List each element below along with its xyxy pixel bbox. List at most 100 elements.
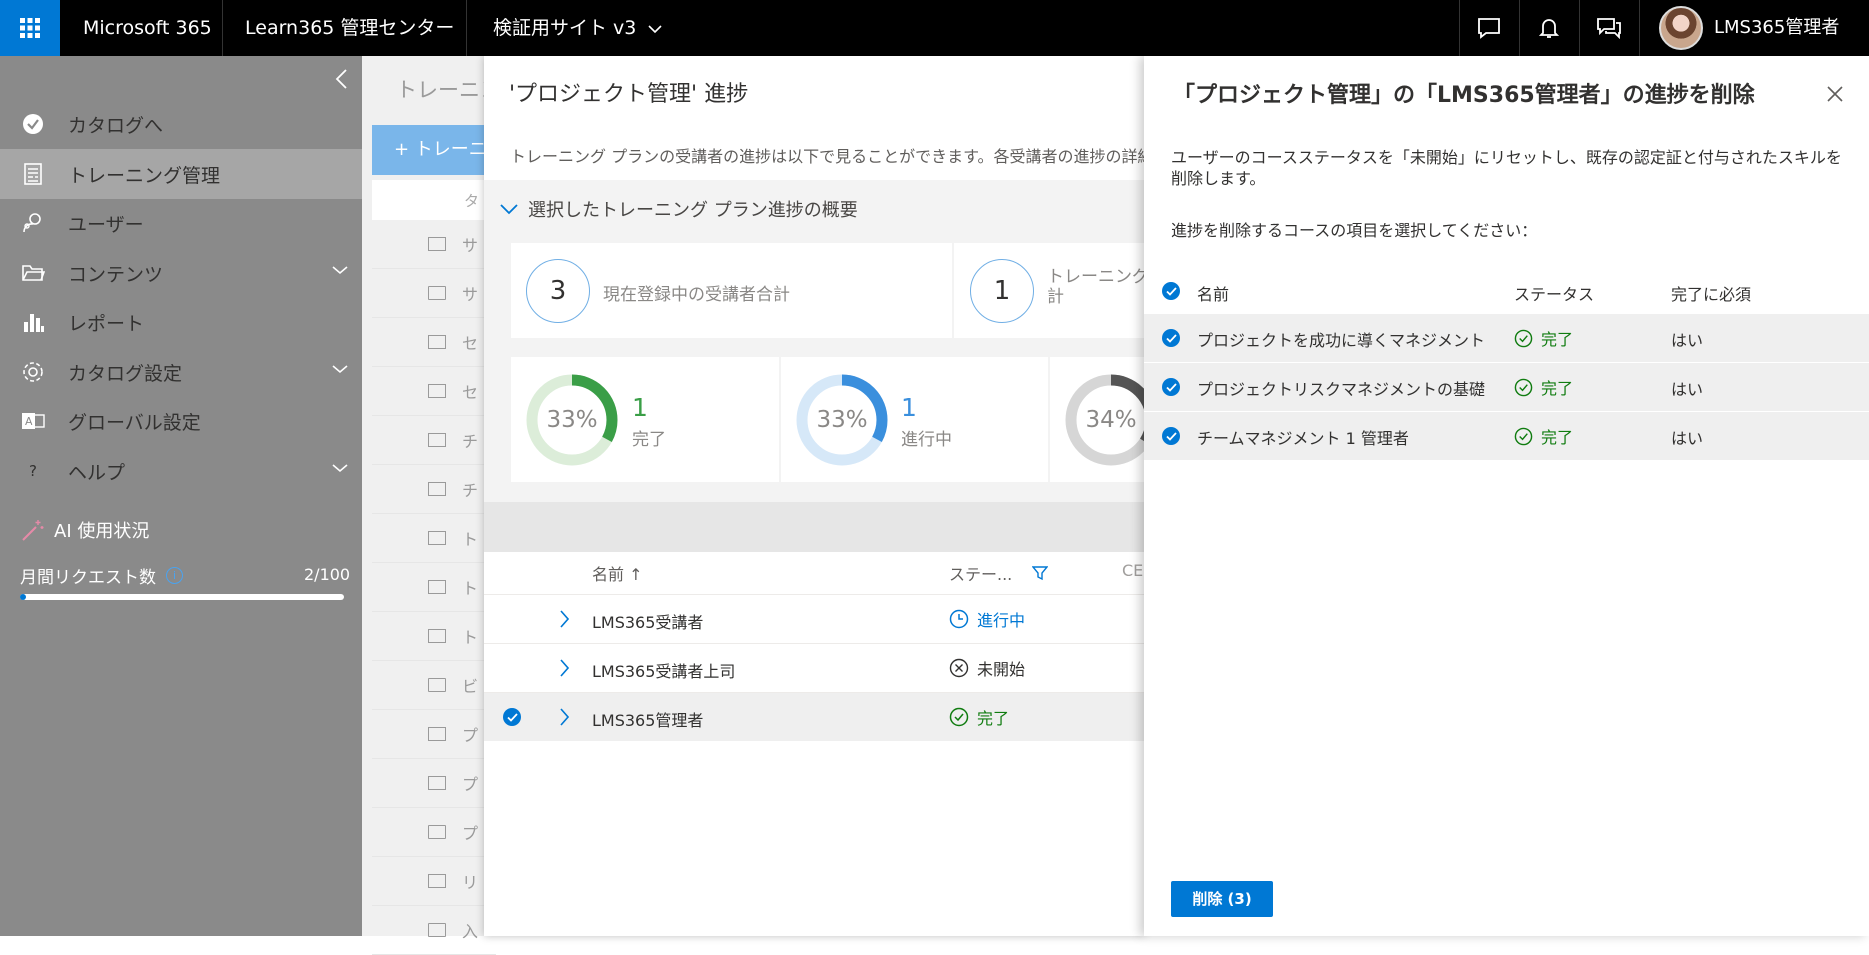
delete-button[interactable]: 削除 (3): [1171, 881, 1273, 917]
background-list-item-label: チ: [462, 432, 479, 451]
summary-toggle[interactable]: 選択したトレーニング プラン進捗の概要: [500, 196, 858, 222]
background-list-item: チ: [372, 416, 496, 465]
background-list-item: サ: [372, 269, 496, 318]
notifications-button[interactable]: [1519, 0, 1579, 56]
row-checkbox[interactable]: [1162, 329, 1180, 347]
background-list-item-label: セ: [462, 383, 479, 402]
progress-panel-description: トレーニング プランの受講者の進捗は以下で見ることができます。各受講者の進捗の詳…: [510, 147, 1144, 166]
chevron-right-icon[interactable]: [559, 708, 569, 726]
background-list-item-label: リ: [462, 873, 479, 892]
folder-icon: [428, 678, 446, 692]
background-list-item: リ: [372, 857, 496, 906]
folder-icon: [428, 923, 446, 937]
background-list-item-label: 入: [462, 922, 479, 941]
course-row[interactable]: プロジェクトを成功に導くマネジメント 完了 はい: [1144, 314, 1869, 363]
site-selector[interactable]: 検証用サイト v3: [493, 0, 662, 56]
divider: [222, 0, 223, 56]
status-text: 完了: [1541, 330, 1574, 349]
delete-panel-instruction: 進捗を削除するコースの項目を選択してください：: [1171, 221, 1538, 240]
donut-card-completed: 33% 1 完了: [511, 357, 779, 482]
chevron-right-icon[interactable]: [559, 610, 569, 628]
background-list-item-label: サ: [462, 285, 479, 304]
table-row-selected[interactable]: LMS365管理者 完了: [484, 693, 1144, 741]
course-row[interactable]: チームマネジメント 1 管理者 完了 はい: [1144, 412, 1869, 461]
column-header-required[interactable]: 完了に必須: [1671, 281, 1751, 305]
column-header-status[interactable]: ステー...: [949, 561, 1049, 585]
info-icon[interactable]: i: [166, 567, 183, 584]
chevron-down-icon: [332, 266, 348, 275]
status-badge: 進行中: [949, 607, 1025, 631]
monthly-requests-value: 2/100: [304, 565, 351, 584]
stat-card-training: 1 トレーニング 計: [954, 243, 1144, 338]
sidebar-item-help[interactable]: ? ヘルプ: [0, 446, 362, 496]
sidebar-item-label: レポート: [68, 312, 145, 335]
close-icon[interactable]: [1827, 86, 1843, 102]
background-list-item: チ: [372, 465, 496, 514]
sidebar-item-label: コンテンツ: [68, 263, 164, 286]
checkmark-icon: [1165, 286, 1177, 296]
requests-progress-fill: [20, 594, 27, 600]
sidebar-item-contents[interactable]: コンテンツ: [0, 248, 362, 298]
app-title[interactable]: Learn365 管理センター: [245, 0, 454, 56]
filter-icon[interactable]: [1032, 565, 1049, 581]
status-text: 完了: [1541, 428, 1574, 447]
svg-text:A: A: [25, 415, 33, 428]
sidebar-item-reports[interactable]: レポート: [0, 297, 362, 347]
course-row[interactable]: プロジェクトリスクマネジメントの基礎 完了 はい: [1144, 363, 1869, 412]
chevron-right-icon[interactable]: [559, 659, 569, 677]
person-icon: [428, 531, 446, 545]
column-header-name[interactable]: 名前: [1197, 281, 1229, 305]
sidebar-item-global-settings[interactable]: A グローバル設定: [0, 396, 362, 446]
chevron-down-icon: [332, 365, 348, 374]
background-list-item-label: チ: [462, 481, 479, 500]
sidebar-item-catalog-settings[interactable]: カタログ設定: [0, 347, 362, 397]
messages-button[interactable]: [1579, 0, 1639, 56]
app-launcher-button[interactable]: [0, 0, 60, 56]
magic-wand-icon: [22, 520, 44, 541]
course-name: プロジェクトを成功に導くマネジメント: [1197, 331, 1486, 350]
person-icon: [428, 580, 446, 594]
background-list-item-label: プ: [462, 726, 479, 745]
chevron-down-icon: [648, 24, 662, 33]
table-row[interactable]: LMS365受講者上司 未開始: [484, 644, 1144, 693]
background-list-item-label: プ: [462, 775, 479, 794]
status-badge: 未開始: [949, 656, 1025, 680]
chevron-down-icon: [500, 204, 518, 215]
collapse-sidebar-icon[interactable]: [334, 68, 348, 90]
row-checkbox[interactable]: [1162, 427, 1180, 445]
sidebar-item-label: カタログへ: [68, 114, 164, 137]
brand-link[interactable]: Microsoft 365: [83, 0, 212, 56]
column-header-name[interactable]: 名前 ↑: [592, 561, 643, 585]
feedback-button[interactable]: [1459, 0, 1519, 56]
status-badge: 完了: [1514, 424, 1573, 448]
messages-icon: [1597, 18, 1621, 39]
background-list-item: サ: [372, 220, 496, 269]
status-badge: 完了: [949, 705, 1009, 729]
sidebar-item-users[interactable]: ユーザー: [0, 198, 362, 248]
background-list-item-label: ト: [462, 530, 479, 549]
person-icon: [428, 237, 446, 251]
bar-chart-icon: [18, 312, 48, 332]
user-name[interactable]: LMS365管理者: [1714, 0, 1839, 56]
column-header-status[interactable]: ステータス: [1514, 281, 1594, 305]
sidebar-item-catalog[interactable]: カタログへ: [0, 99, 362, 149]
check-circle-icon: [949, 707, 969, 727]
donut-percent: 33%: [546, 407, 598, 433]
check-circle-icon: [1514, 329, 1533, 347]
table-row[interactable]: LMS365受講者 進行中: [484, 595, 1144, 644]
avatar[interactable]: [1659, 6, 1703, 50]
background-new-plan-button: + トレーニ: [372, 125, 496, 175]
sidebar-item-training-management[interactable]: トレーニング管理: [0, 149, 362, 199]
status-text: 進行中: [977, 611, 1026, 630]
training-management-icon: [18, 162, 48, 186]
person-icon: [428, 433, 446, 447]
progress-panel-title: 'プロジェクト管理' 進捗: [509, 82, 749, 107]
background-list-item-label: ト: [462, 579, 479, 598]
background-col-header: タ: [464, 192, 480, 210]
select-all-checkbox[interactable]: [1162, 282, 1180, 300]
row-checkbox[interactable]: [1162, 378, 1180, 396]
donut-percent: 33%: [816, 407, 868, 433]
required-value: はい: [1671, 380, 1704, 399]
row-checkbox[interactable]: [503, 708, 521, 726]
background-list-item-label: セ: [462, 334, 479, 353]
